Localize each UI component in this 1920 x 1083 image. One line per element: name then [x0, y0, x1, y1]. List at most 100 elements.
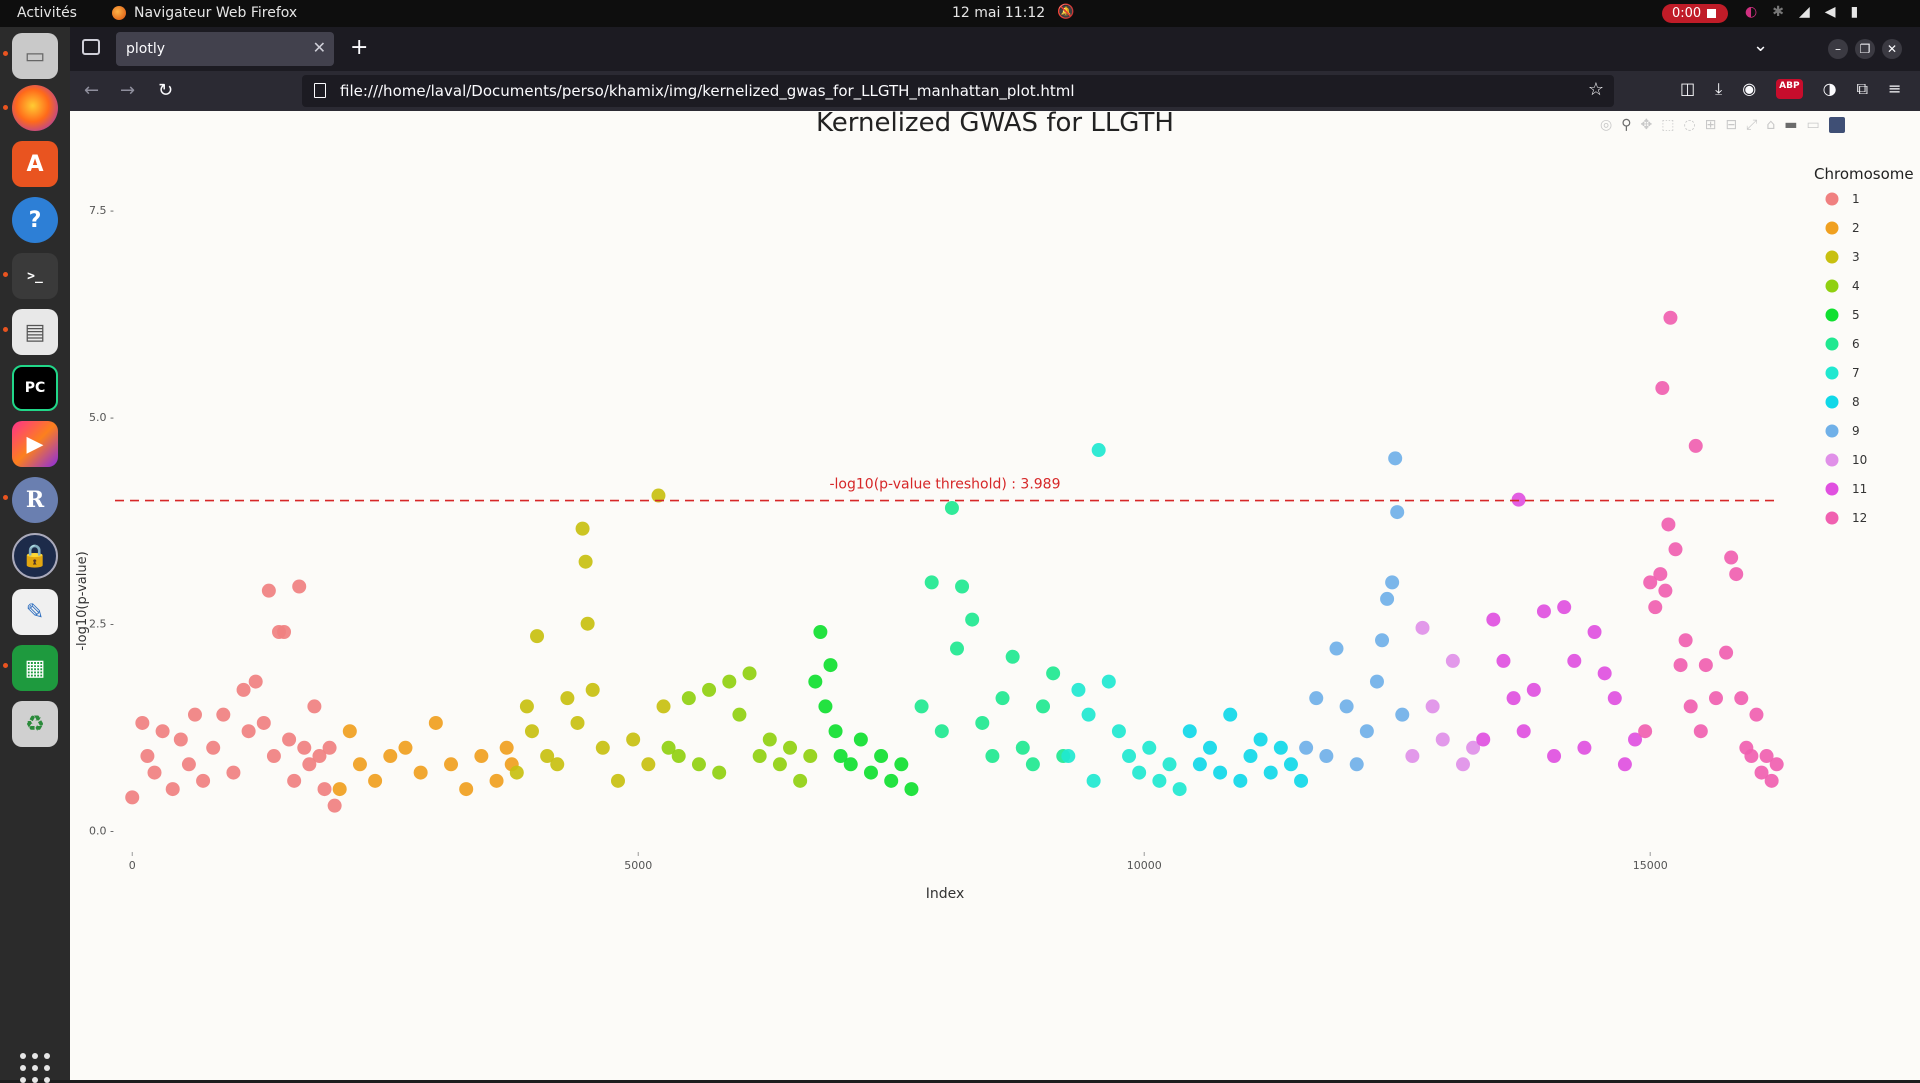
data-point-chr11 [1547, 749, 1562, 764]
data-point-chr9 [1299, 740, 1314, 755]
data-point-chr6 [1015, 740, 1030, 755]
data-point-chr1 [226, 765, 241, 780]
files-icon[interactable]: ▭ [12, 33, 58, 79]
data-point-chr5 [828, 724, 843, 739]
data-point-chr9 [1385, 575, 1400, 590]
clock[interactable]: 12 mai 11:12 [952, 5, 1045, 21]
terminal-icon[interactable]: >_ [12, 253, 58, 299]
data-point-chr1 [206, 740, 221, 755]
r-icon[interactable]: R [12, 477, 58, 523]
close-window-icon[interactable]: ✕ [1882, 39, 1902, 59]
data-point-chr8 [1283, 757, 1298, 772]
pocket-icon[interactable]: ◫ [1680, 79, 1695, 99]
color-picker-icon: ◐ [1745, 4, 1758, 20]
data-point-chr5 [818, 699, 833, 714]
pycharm-icon[interactable]: PC [12, 365, 58, 411]
activities-button[interactable]: Activités [17, 5, 77, 21]
app-menu[interactable]: Navigateur Web Firefox [112, 5, 297, 21]
text-editor-icon[interactable]: ✎ [12, 589, 58, 635]
app-center-icon[interactable]: A [12, 141, 58, 187]
help-icon[interactable]: ? [12, 197, 58, 243]
extension-icon[interactable]: ◑ [1823, 79, 1837, 99]
list-all-tabs-icon[interactable]: ⌄ [1753, 35, 1768, 56]
data-point-chr7 [1071, 682, 1086, 697]
autoscale-icon[interactable]: ⤢ [1746, 117, 1757, 133]
reload-icon[interactable]: ↻ [158, 80, 173, 101]
data-point-chr1 [322, 740, 337, 755]
data-point-chr1 [297, 740, 312, 755]
camera-icon[interactable]: ◎ [1600, 117, 1612, 133]
downloads-icon[interactable]: ⤓ [1715, 79, 1722, 99]
data-point-chr2 [342, 724, 357, 739]
firefox-dock-icon[interactable] [12, 85, 58, 131]
data-point-chr4 [752, 749, 767, 764]
legend-marker-chr2 [1825, 221, 1839, 235]
spreadsheet-icon[interactable]: ▦ [12, 645, 58, 691]
data-point-chr4 [793, 773, 808, 788]
zoom-icon[interactable]: ⚲ [1621, 117, 1631, 133]
data-point-chr2 [474, 749, 489, 764]
data-point-chr5 [894, 757, 909, 772]
tab-plotly[interactable]: plotly ✕ [116, 32, 334, 66]
screen-recording-indicator[interactable]: 0:00 [1662, 4, 1728, 23]
bookmark-star-icon[interactable]: ☆ [1588, 79, 1604, 100]
restore-icon[interactable]: ❐ [1855, 39, 1875, 59]
chart-title: Kernelized GWAS for LLGTH [816, 111, 1174, 138]
firefox-view-icon[interactable] [82, 39, 100, 55]
legend-label-chr8: 8 [1852, 395, 1860, 409]
dock: ▭ A ? >_ ▤ PC ▶ R 🔒 ✎ ▦ ♻ [0, 27, 70, 1083]
data-point-chr1 [241, 724, 256, 739]
show-apps-icon[interactable] [20, 1053, 50, 1083]
data-point-chr9 [1309, 691, 1324, 706]
data-point-chr3 [550, 757, 565, 772]
data-point-chr6 [914, 699, 929, 714]
url-bar[interactable]: file:///home/laval/Documents/perso/khami… [302, 75, 1614, 107]
data-point-chr3 [560, 691, 575, 706]
forward-icon[interactable]: → [120, 80, 135, 101]
reset-axes-icon[interactable]: ⌂ [1766, 117, 1775, 133]
zoom-in-icon[interactable]: ⊞ [1705, 117, 1717, 133]
lasso-select-icon[interactable]: ◌ [1683, 117, 1695, 133]
data-point-chr12 [1673, 658, 1688, 673]
y-tick-label: 2.5 - [89, 618, 114, 631]
minimize-icon[interactable]: – [1828, 39, 1848, 59]
close-tab-icon[interactable]: ✕ [313, 38, 326, 57]
document-viewer-icon[interactable]: ▤ [12, 309, 58, 355]
hover-closest-icon[interactable]: ▭ [1806, 117, 1819, 133]
spike-lines-icon[interactable]: ▬ [1784, 117, 1797, 133]
data-point-chr12 [1698, 658, 1713, 673]
data-point-chr1 [165, 782, 180, 797]
wifi-icon: ◢ [1798, 4, 1810, 20]
zoom-out-icon[interactable]: ⊟ [1725, 117, 1737, 133]
data-point-chr1 [282, 732, 297, 747]
data-point-chr8 [1263, 765, 1278, 780]
jetbrains-toolbox-icon[interactable]: ▶ [12, 421, 58, 467]
menu-icon[interactable]: ≡ [1888, 79, 1901, 99]
pan-icon[interactable]: ✥ [1640, 117, 1652, 133]
data-point-chr3 [530, 629, 545, 644]
plotly-logo-icon[interactable] [1828, 117, 1845, 133]
data-point-chr3 [595, 740, 610, 755]
data-point-chr7 [1091, 443, 1106, 458]
legend-label-chr11: 11 [1852, 482, 1867, 496]
manhattan-plot[interactable]: Kernelized GWAS for LLGTH 0.0 - 2.5 - 5.0 -… [70, 111, 1920, 1080]
password-manager-icon[interactable]: 🔒 [12, 533, 58, 579]
extensions-puzzle-icon[interactable]: ⧉ [1857, 79, 1868, 99]
box-select-icon[interactable]: ⬚ [1661, 117, 1674, 133]
trash-icon[interactable]: ♻ [12, 701, 58, 747]
data-point-chr1 [187, 707, 202, 722]
back-icon[interactable]: ← [84, 80, 99, 101]
adblock-plus-icon[interactable]: ABP [1776, 79, 1803, 99]
data-point-chr4 [742, 666, 757, 681]
data-point-chr11 [1567, 653, 1582, 668]
url-text[interactable]: file:///home/laval/Documents/perso/khami… [340, 82, 1075, 100]
system-tray[interactable]: ◐ ✱ ◢ ◀ ▮ [1745, 4, 1858, 20]
data-point-chr6 [934, 724, 949, 739]
account-icon[interactable]: ◉ [1742, 79, 1756, 99]
data-point-chr1 [307, 699, 322, 714]
data-point-chr12 [1663, 310, 1678, 325]
data-point-chr4 [732, 707, 747, 722]
data-point-chr12 [1658, 583, 1673, 598]
data-point-chr10 [1445, 653, 1460, 668]
new-tab-button[interactable]: + [350, 35, 368, 60]
